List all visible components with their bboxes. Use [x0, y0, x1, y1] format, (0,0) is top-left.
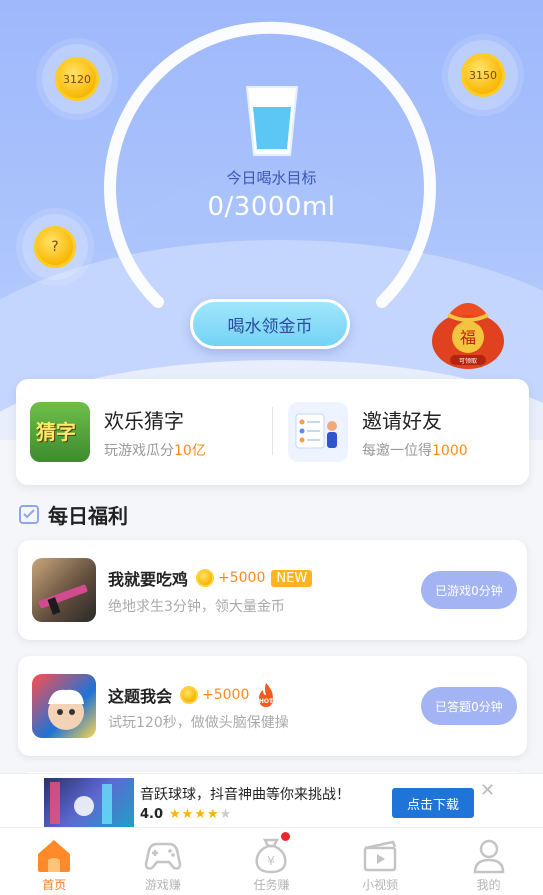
calendar-check-icon	[19, 505, 39, 524]
coin-icon: 3150	[461, 53, 505, 97]
svg-text:¥: ¥	[268, 854, 276, 868]
star-rating-icon: ★★★★★	[169, 807, 233, 822]
shortcut-subtitle: 玩游戏瓜分10亿	[104, 442, 206, 459]
shortcut-title: 邀请好友	[362, 408, 442, 433]
coin-icon	[180, 686, 199, 704]
bottom-tab-bar: 首页 游戏赚 ¥ 任务赚 小视频 我的	[0, 827, 543, 895]
goal-value: 0/3000ml	[207, 192, 336, 222]
ad-title: 音跃球球，抖音神曲等你来挑战！	[140, 787, 350, 803]
invite-friends-icon	[288, 402, 348, 462]
task-progress-button[interactable]: 已游戏0分钟	[421, 571, 517, 609]
guess-word-game-icon: 猜字	[30, 402, 90, 462]
shortcut-invite[interactable]: 邀请好友 每邀一位得1000	[288, 379, 518, 485]
task-card[interactable]: 这题我会 +5000 HOT 试玩120秒，做做头脑保健操 已答题0分钟	[18, 656, 527, 756]
water-hero: 今日喝水目标 0/3000ml 喝水领金币 3120 3150 ? 福 可领取	[0, 0, 543, 440]
hot-flame-icon: HOT	[259, 683, 274, 707]
tab-profile[interactable]: 我的	[434, 828, 543, 895]
task-card[interactable]: 我就要吃鸡 +5000 NEW 绝地求生3分钟，领大量金币 已游戏0分钟	[18, 540, 527, 640]
goal-title: 今日喝水目标	[226, 169, 317, 187]
coin-icon: 3120	[55, 57, 99, 101]
ad-download-button[interactable]: 点击下载	[392, 788, 474, 818]
tab-short-video[interactable]: 小视频	[326, 828, 435, 895]
task-description: 试玩120秒，做做头脑保健操	[108, 715, 289, 731]
task-thumbnail	[32, 558, 96, 622]
section-title: 每日福利	[48, 503, 128, 528]
task-title: 这题我会 +5000 HOT	[108, 682, 277, 708]
shortcut-guess-word[interactable]: 猜字 欢乐猜字 玩游戏瓜分10亿	[30, 379, 270, 485]
ad-image	[44, 778, 134, 828]
coin-bubble[interactable]: 3120	[42, 44, 112, 114]
task-progress-button[interactable]: 已答题0分钟	[421, 687, 517, 725]
svg-text:福: 福	[460, 328, 476, 347]
task-thumbnail	[32, 674, 96, 738]
coin-bubble[interactable]: ?	[22, 214, 88, 280]
gamepad-icon	[144, 842, 182, 870]
lucky-bag-icon[interactable]: 福 可领取	[428, 285, 508, 371]
coin-bubble[interactable]: 3150	[448, 40, 518, 110]
daily-benefits-header: 每日福利	[18, 500, 128, 528]
tab-home[interactable]: 首页	[0, 828, 109, 895]
shortcut-title: 欢乐猜字	[104, 408, 184, 433]
tab-game-earn[interactable]: 游戏赚	[109, 828, 218, 895]
svg-text:HOT: HOT	[259, 698, 274, 705]
coin-icon	[196, 569, 215, 587]
home-icon	[38, 840, 71, 872]
close-icon[interactable]: ✕	[480, 780, 495, 801]
tab-task-earn[interactable]: ¥ 任务赚	[217, 828, 326, 895]
drink-water-button[interactable]: 喝水领金币	[190, 299, 350, 349]
task-reward: +5000	[202, 687, 250, 703]
shortcut-subtitle: 每邀一位得1000	[362, 442, 468, 459]
ad-rating: 4.0 ★★★★★	[140, 807, 233, 822]
ad-banner[interactable]: 音跃球球，抖音神曲等你来挑战！ 4.0 ★★★★★ 点击下载 ✕	[0, 773, 543, 828]
svg-text:可领取: 可领取	[459, 357, 477, 365]
coin-icon: ?	[34, 226, 76, 268]
water-cup-icon	[245, 86, 299, 156]
task-title: 我就要吃鸡 +5000 NEW	[108, 566, 313, 590]
new-badge: NEW	[271, 569, 313, 587]
money-bag-icon: ¥	[255, 838, 287, 874]
video-icon	[363, 840, 397, 872]
divider	[272, 407, 273, 455]
profile-icon	[473, 839, 504, 874]
shortcut-card: 猜字 欢乐猜字 玩游戏瓜分10亿 邀请好友 每邀一位得1000	[16, 379, 529, 485]
task-description: 绝地求生3分钟，领大量金币	[108, 599, 285, 615]
task-reward: +5000	[218, 570, 266, 586]
